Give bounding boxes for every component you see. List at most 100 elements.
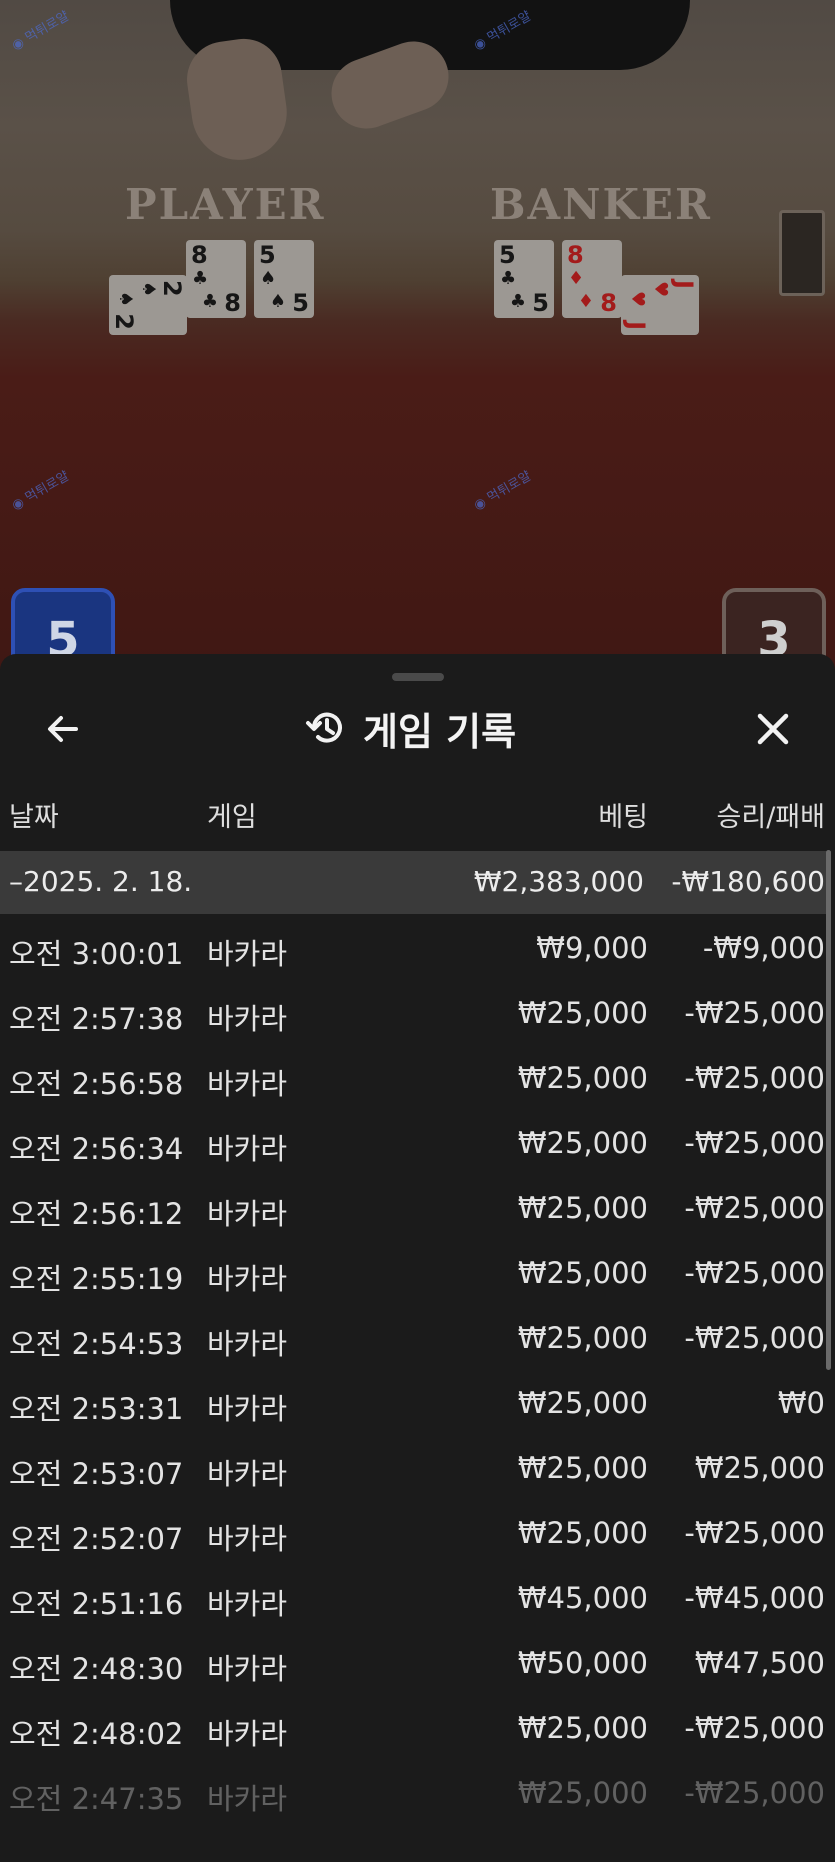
- summary-result-total: -₩180,600: [671, 865, 825, 898]
- card-suit: ♠: [138, 281, 159, 298]
- row-game: 바카라: [207, 1002, 288, 1036]
- row-time: 오전 2:56:58: [9, 1067, 184, 1101]
- card-rank: J: [670, 280, 698, 289]
- card-suit: ♠: [260, 268, 277, 289]
- row-time: 오전 2:56:34: [9, 1132, 184, 1166]
- table-row[interactable]: 오전 2:51:16 바카라 ₩45,000 -₩45,000: [0, 1567, 835, 1632]
- row-bet: ₩25,000: [517, 1191, 648, 1225]
- game-history-sheet: 게임 기록 날짜 게임 베팅 승리/패배 –2025. 2. 18. ₩2,38…: [0, 654, 835, 1862]
- row-game: 바카라: [207, 1262, 288, 1296]
- row-time: 오전 2:55:19: [9, 1262, 184, 1296]
- card-suit: ♥: [650, 281, 671, 298]
- card-rank: 2: [158, 280, 186, 297]
- history-list: 오전 3:00:01 바카라 ₩9,000 -₩9,000 오전 2:57:38 바카라 ₩…: [0, 917, 835, 1827]
- banker-card: 8 ♦ 8 ♦: [562, 240, 622, 318]
- sheet-drag-handle[interactable]: [392, 673, 444, 681]
- row-bet: ₩25,000: [517, 1126, 648, 1160]
- row-result: -₩9,000: [702, 931, 825, 965]
- arrow-left-icon: [48, 716, 78, 742]
- sheet-title: 게임 기록: [305, 700, 516, 756]
- row-bet: ₩25,000: [517, 1256, 648, 1290]
- banker-label: BANKER: [490, 180, 712, 229]
- player-cards: 2 ♠ 2 ♠ 8 ♣ 8 ♣ 5 ♠ 5 ♠: [109, 240, 314, 344]
- card-suit: ♦: [568, 268, 585, 289]
- history-icon: [306, 712, 342, 743]
- card-suit: ♣: [201, 291, 218, 312]
- table-row[interactable]: 오전 2:48:02 바카라 ₩25,000 -₩25,000: [0, 1697, 835, 1762]
- row-result: -₩25,000: [684, 1256, 825, 1290]
- watermark-logo: ◉ 먹튀로얄: [471, 468, 534, 514]
- column-header-game[interactable]: 게임: [207, 795, 257, 834]
- row-result: ₩47,500: [694, 1646, 825, 1680]
- row-time: 오전 2:47:35: [9, 1782, 184, 1816]
- sheet-title-text: 게임 기록: [363, 709, 517, 754]
- row-bet: ₩25,000: [517, 1386, 648, 1420]
- column-header-bet[interactable]: 베팅: [598, 795, 648, 834]
- card-rank: 8: [191, 241, 208, 269]
- row-time: 오전 2:51:16: [9, 1587, 184, 1621]
- player-label: PLAYER: [125, 180, 326, 229]
- card-rank: 5: [259, 241, 276, 269]
- card-suit: ♠: [115, 290, 136, 307]
- row-result: -₩25,000: [684, 1321, 825, 1355]
- summary-bet-total: ₩2,383,000: [473, 865, 644, 898]
- scrollbar[interactable]: [826, 850, 831, 1370]
- row-bet: ₩9,000: [536, 931, 648, 965]
- row-bet: ₩25,000: [517, 1061, 648, 1095]
- table-row[interactable]: 오전 2:53:07 바카라 ₩25,000 ₩25,000: [0, 1437, 835, 1502]
- row-game: 바카라: [207, 1522, 288, 1556]
- card-rank: 2: [110, 313, 138, 330]
- row-game: 바카라: [207, 1327, 288, 1361]
- card-rank: 5: [532, 289, 549, 317]
- table-row[interactable]: 오전 2:48:30 바카라 ₩50,000 ₩47,500: [0, 1632, 835, 1697]
- table-row[interactable]: 오전 3:00:01 바카라 ₩9,000 -₩9,000: [0, 917, 835, 982]
- row-result: -₩25,000: [684, 1711, 825, 1745]
- row-time: 오전 2:48:02: [9, 1717, 184, 1751]
- table-row[interactable]: 오전 2:54:53 바카라 ₩25,000 -₩25,000: [0, 1307, 835, 1372]
- banker-cards: 5 ♣ 5 ♣ 8 ♦ 8 ♦ J ♥ J ♥: [494, 240, 699, 344]
- close-icon: [757, 713, 789, 745]
- back-button[interactable]: [40, 706, 86, 752]
- row-game: 바카라: [207, 1587, 288, 1621]
- table-row[interactable]: 오전 2:55:19 바카라 ₩25,000 -₩25,000: [0, 1242, 835, 1307]
- row-bet: ₩25,000: [517, 1776, 648, 1810]
- row-result: ₩0: [777, 1386, 825, 1420]
- row-game: 바카라: [207, 937, 288, 971]
- card-rank: J: [622, 321, 650, 330]
- table-row[interactable]: 오전 2:56:58 바카라 ₩25,000 -₩25,000: [0, 1047, 835, 1112]
- card-suit: ♠: [269, 291, 286, 312]
- column-header-date[interactable]: 날짜: [9, 795, 59, 834]
- banker-card: 5 ♣ 5 ♣: [494, 240, 554, 318]
- row-result: -₩25,000: [684, 1061, 825, 1095]
- row-bet: ₩25,000: [517, 1516, 648, 1550]
- row-game: 바카라: [207, 1132, 288, 1166]
- row-time: 오전 3:00:01: [9, 937, 184, 971]
- row-time: 오전 2:56:12: [9, 1197, 184, 1231]
- card-suit: ♦: [577, 291, 594, 312]
- close-button[interactable]: [750, 706, 796, 752]
- player-card: 5 ♠ 5 ♠: [254, 240, 314, 318]
- row-time: 오전 2:54:53: [9, 1327, 184, 1361]
- row-result: ₩25,000: [694, 1451, 825, 1485]
- row-result: -₩25,000: [684, 1516, 825, 1550]
- table-row[interactable]: 오전 2:53:31 바카라 ₩25,000 ₩0: [0, 1372, 835, 1437]
- row-time: 오전 2:53:31: [9, 1392, 184, 1426]
- card-rank: 8: [567, 241, 584, 269]
- row-game: 바카라: [207, 1652, 288, 1686]
- card-rank: 5: [499, 241, 516, 269]
- row-game: 바카라: [207, 1392, 288, 1426]
- row-time: 오전 2:53:07: [9, 1457, 184, 1491]
- table-row[interactable]: 오전 2:52:07 바카라 ₩25,000 -₩25,000: [0, 1502, 835, 1567]
- card-suit: ♣: [509, 291, 526, 312]
- table-row[interactable]: 오전 2:47:35 바카라 ₩25,000 -₩25,000: [0, 1762, 835, 1827]
- column-header-result[interactable]: 승리/패배: [717, 795, 825, 834]
- date-group-summary[interactable]: –2025. 2. 18. ₩2,383,000 -₩180,600: [0, 851, 831, 914]
- row-bet: ₩25,000: [517, 1321, 648, 1355]
- table-row[interactable]: 오전 2:57:38 바카라 ₩25,000 -₩25,000: [0, 982, 835, 1047]
- row-game: 바카라: [207, 1782, 288, 1816]
- watermark-logo: ◉ 먹튀로얄: [9, 8, 72, 54]
- row-bet: ₩25,000: [517, 996, 648, 1030]
- row-game: 바카라: [207, 1197, 288, 1231]
- table-row[interactable]: 오전 2:56:34 바카라 ₩25,000 -₩25,000: [0, 1112, 835, 1177]
- table-row[interactable]: 오전 2:56:12 바카라 ₩25,000 -₩25,000: [0, 1177, 835, 1242]
